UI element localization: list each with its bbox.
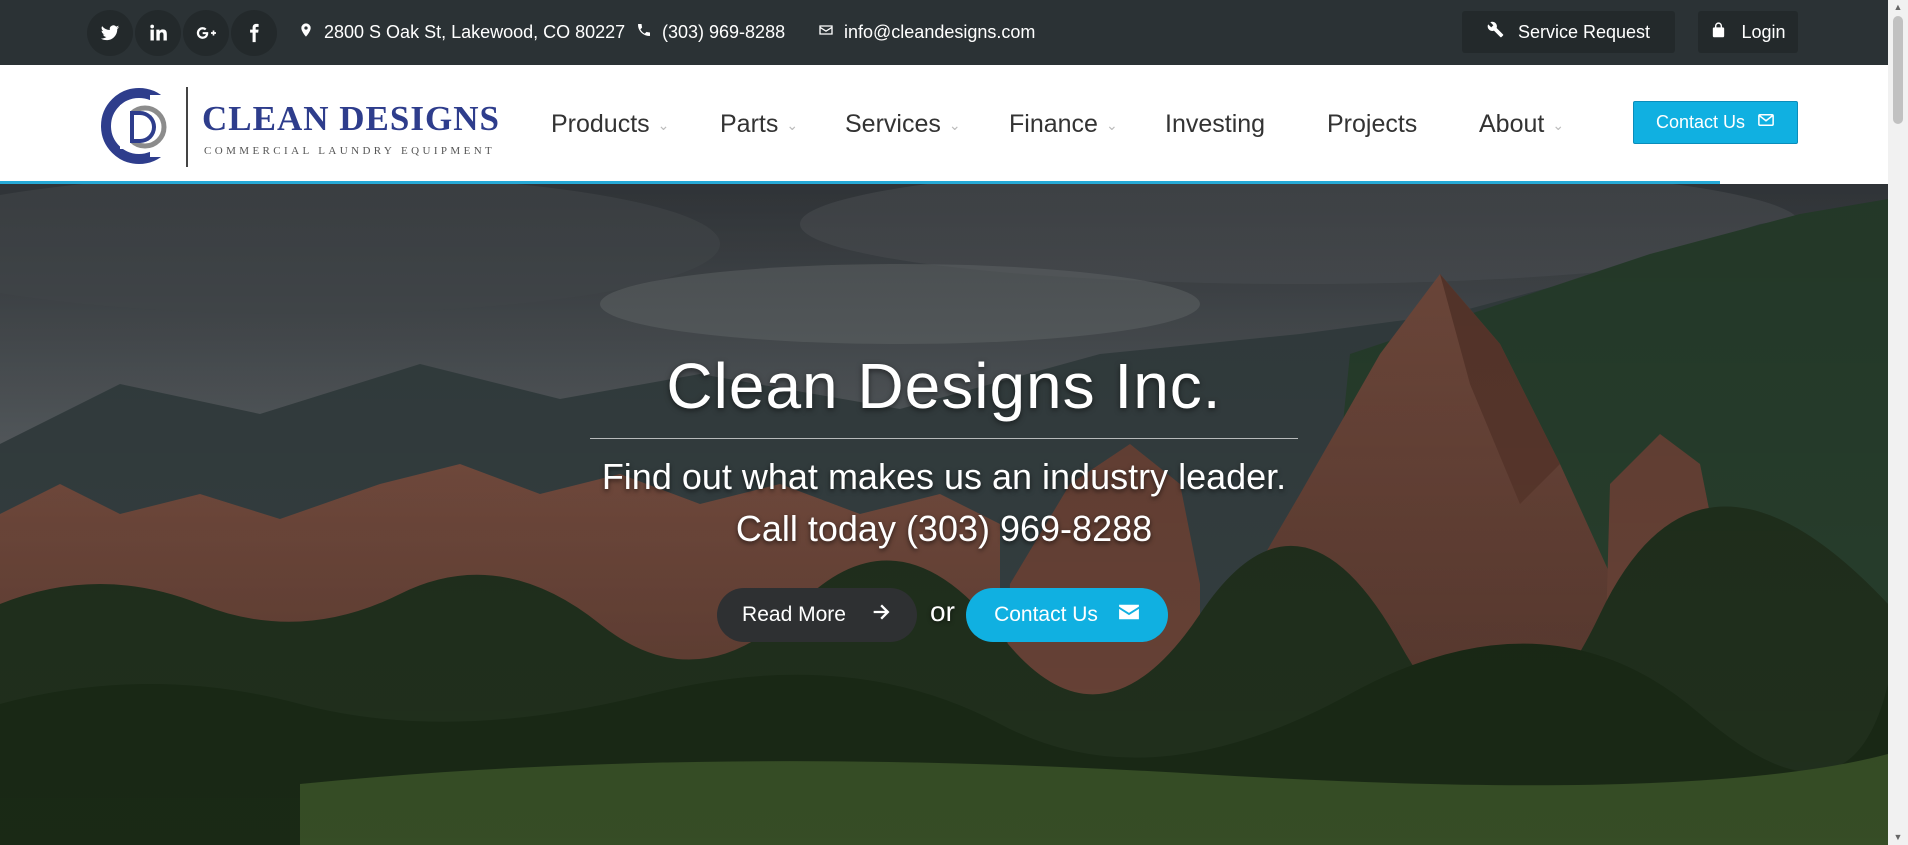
header-contact-button[interactable]: Contact Us <box>1633 101 1798 144</box>
linkedin-icon[interactable] <box>135 10 181 56</box>
chevron-down-icon: ⌄ <box>1105 117 1118 133</box>
hero-call-line: Call today (303) 969-8288 <box>735 508 1153 549</box>
service-request-label: Service Request <box>1517 21 1651 42</box>
envelope-icon <box>1757 111 1775 134</box>
nav-investing[interactable]: Investing <box>1165 65 1265 183</box>
scroll-down-icon[interactable]: ▼ <box>1893 832 1903 842</box>
nav-label: Finance <box>1009 109 1098 138</box>
logo-tagline: COMMERCIAL LAUNDRY EQUIPMENT <box>204 145 496 157</box>
read-more-label: Read More <box>742 603 846 626</box>
hero-contact-button[interactable]: Contact Us <box>966 588 1168 642</box>
nav-about[interactable]: About ⌄ <box>1479 65 1564 183</box>
hero-contact-label: Contact Us <box>994 603 1098 626</box>
contact-label: Contact Us <box>1655 112 1746 132</box>
logo-name: CLEAN DESIGNS <box>202 99 500 138</box>
scroll-thumb[interactable] <box>1893 16 1903 124</box>
nav-parts[interactable]: Parts ⌄ <box>720 65 798 183</box>
page-scrollbar[interactable]: ▲ ▼ <box>1888 0 1908 845</box>
twitter-icon[interactable] <box>87 10 133 56</box>
hero-section: Clean Designs Inc. Find out what makes u… <box>0 184 1888 845</box>
nav-label: Services <box>845 109 941 138</box>
chevron-down-icon: ⌄ <box>786 117 799 133</box>
hero-title: Clean Designs Inc. <box>666 350 1222 422</box>
or-text: or <box>930 596 955 627</box>
nav-finance[interactable]: Finance ⌄ <box>1009 65 1118 183</box>
nav-services[interactable]: Services ⌄ <box>845 65 961 183</box>
login-label: Login <box>1741 21 1786 42</box>
login-button[interactable]: Login <box>1698 11 1798 53</box>
nav-label: Parts <box>720 109 779 138</box>
chevron-down-icon: ⌄ <box>657 117 670 133</box>
envelope-icon <box>1118 603 1140 627</box>
top-bar: 2800 S Oak St, Lakewood, CO 80227 (303) … <box>0 0 1888 65</box>
email-info[interactable]: info@cleandesigns.com <box>818 0 1035 65</box>
nav-label: Projects <box>1327 109 1418 138</box>
address-text: 2800 S Oak St, Lakewood, CO 80227 <box>324 22 626 42</box>
nav-label: Investing <box>1165 109 1266 138</box>
facebook-icon[interactable] <box>231 10 277 56</box>
wrench-icon <box>1487 21 1504 43</box>
logo[interactable]: CLEAN DESIGNS COMMERCIAL LAUNDRY EQUIPME… <box>98 85 499 167</box>
service-request-button[interactable]: Service Request <box>1462 11 1675 53</box>
google-plus-icon[interactable] <box>183 10 229 56</box>
email-text: info@cleandesigns.com <box>844 22 1036 42</box>
arrow-right-icon <box>872 602 892 628</box>
hero-divider <box>590 438 1298 439</box>
lock-icon <box>1710 21 1727 43</box>
read-more-button[interactable]: Read More <box>717 588 917 642</box>
nav-label: Products <box>551 109 650 138</box>
logo-mark-icon <box>101 88 180 164</box>
phone-info[interactable]: (303) 969-8288 <box>636 0 785 65</box>
site-header: CLEAN DESIGNS COMMERCIAL LAUNDRY EQUIPME… <box>0 65 1888 183</box>
scroll-up-icon[interactable]: ▲ <box>1893 2 1903 12</box>
phone-text: (303) 969-8288 <box>662 22 786 42</box>
nav-projects[interactable]: Projects <box>1327 65 1417 183</box>
nav-products[interactable]: Products ⌄ <box>551 65 669 183</box>
envelope-icon <box>818 22 834 43</box>
address-info: 2800 S Oak St, Lakewood, CO 80227 <box>298 0 625 65</box>
map-marker-icon <box>298 22 314 43</box>
nav-label: About <box>1479 109 1545 138</box>
hero-subtitle: Find out what makes us an industry leade… <box>601 456 1287 497</box>
chevron-down-icon: ⌄ <box>1552 117 1565 133</box>
logo-divider <box>186 87 188 167</box>
chevron-down-icon: ⌄ <box>948 117 961 133</box>
phone-icon <box>636 22 652 43</box>
